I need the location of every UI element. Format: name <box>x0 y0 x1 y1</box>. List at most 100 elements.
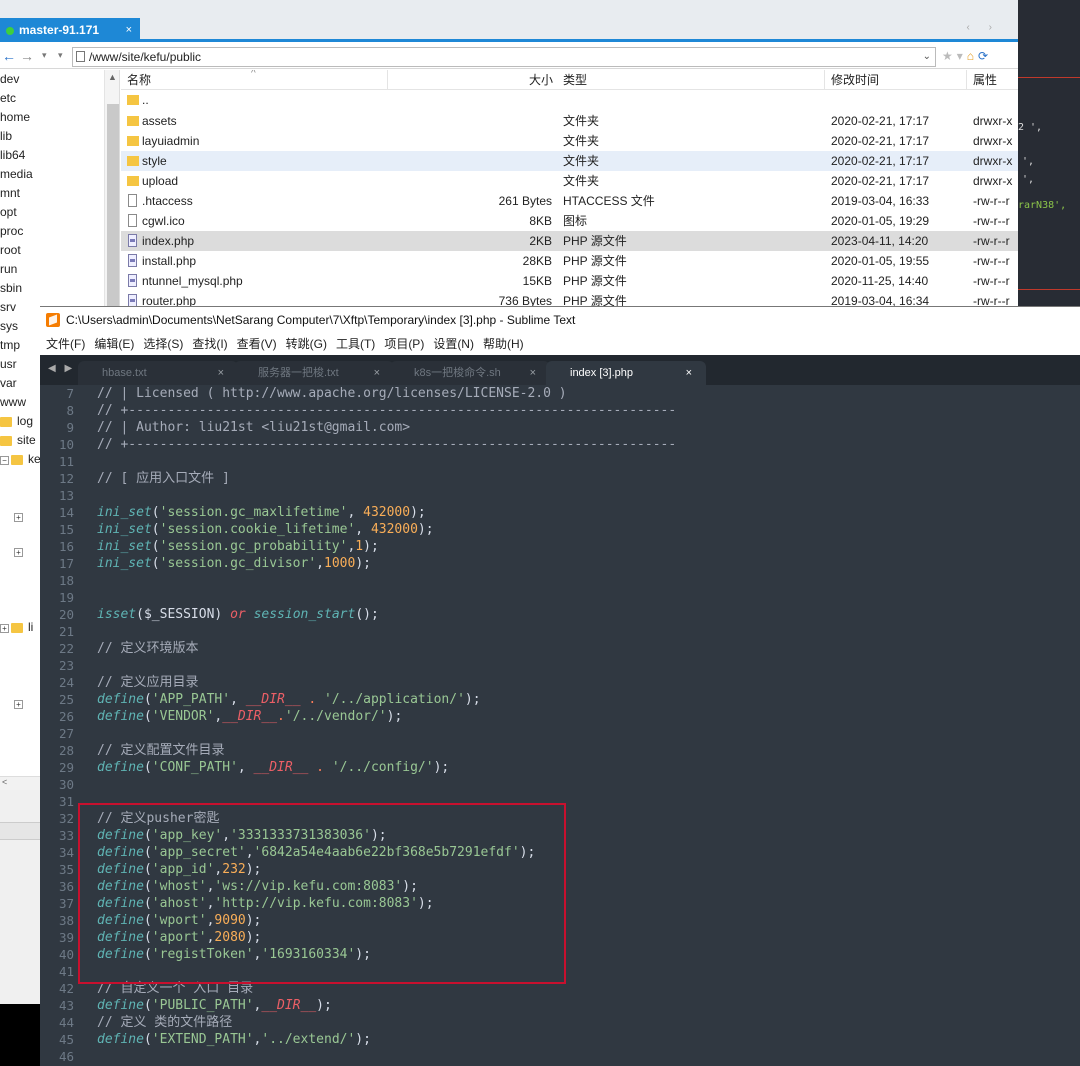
tree-item[interactable]: var <box>0 374 17 393</box>
line-number: 18 <box>58 573 74 588</box>
menu-edit[interactable]: 编辑(E) <box>94 337 134 351</box>
menu-goto[interactable]: 转跳(G) <box>286 337 327 351</box>
tree-item[interactable]: media <box>0 165 33 184</box>
scroll-up-icon[interactable]: ▲ <box>108 72 117 82</box>
session-tab[interactable]: master-91.171 × <box>0 18 140 42</box>
address-bar: ← ▾ → ▾ /www/site/kefu/public ⌄ ★▾⌂⟳ <box>0 45 1018 69</box>
tree-item[interactable]: www <box>0 393 26 412</box>
tab-k8s[interactable]: k8s一把梭命令.sh × <box>390 361 550 385</box>
chevron-down-icon[interactable]: ▾ <box>42 50 47 61</box>
close-icon[interactable]: × <box>218 361 224 385</box>
column-name[interactable]: 名称 <box>127 70 151 90</box>
collapse-icon[interactable]: − <box>0 456 9 465</box>
chevron-down-icon[interactable]: ▾ <box>58 50 63 61</box>
tab-label: 服务器一把梭.txt <box>258 367 339 379</box>
tree-item[interactable]: sys <box>0 317 18 336</box>
expand-icon[interactable]: + <box>0 624 9 633</box>
tree-item[interactable]: proc <box>0 222 23 241</box>
code-line: define('VENDOR',__DIR__.'/../vendor/'); <box>97 709 403 724</box>
tree-item[interactable]: dev <box>0 70 19 89</box>
file-row[interactable]: assets 文件夹 2020-02-21, 17:17 drwxr-x <box>121 111 1018 131</box>
tree-item[interactable]: lib <box>0 127 12 146</box>
forward-arrow-icon[interactable]: → <box>20 48 34 64</box>
file-row[interactable]: upload 文件夹 2020-02-21, 17:17 drwxr-x <box>121 171 1018 191</box>
path-input[interactable]: /www/site/kefu/public ⌄ <box>72 47 936 67</box>
back-arrow-icon[interactable]: ← <box>2 48 16 64</box>
folder-icon <box>0 435 12 446</box>
file-mtime: 2020-01-05, 19:55 <box>831 254 930 268</box>
tree-item[interactable]: home <box>0 108 30 127</box>
file-row[interactable]: .htaccess 261 Bytes HTACCESS 文件 2019-03-04,… <box>121 191 1018 211</box>
column-type[interactable]: 类型 <box>563 70 587 90</box>
line-number: 31 <box>58 794 74 809</box>
refresh-icon[interactable]: ⟳ <box>978 49 992 63</box>
tab-nav-arrows-icon[interactable]: ◀ ▶ <box>48 363 75 374</box>
file-row[interactable]: layuiadmin 文件夹 2020-02-21, 17:17 drwxr-x <box>121 131 1018 151</box>
tree-item-log[interactable]: log <box>0 412 33 431</box>
line-number: 38 <box>58 913 74 928</box>
menu-help[interactable]: 帮助(H) <box>483 337 524 351</box>
column-attr[interactable]: 属性 <box>973 70 997 90</box>
divider <box>1018 77 1080 78</box>
close-icon[interactable]: × <box>126 18 132 42</box>
close-icon[interactable]: × <box>530 361 536 385</box>
line-number: 29 <box>58 760 74 775</box>
folder-icon <box>11 454 23 465</box>
tree-item[interactable]: usr <box>0 355 17 374</box>
column-size[interactable]: 大小 <box>529 70 553 90</box>
tree-item[interactable]: mnt <box>0 184 20 203</box>
horizontal-scrollbar[interactable]: < <box>0 776 40 790</box>
tree-item[interactable]: srv <box>0 298 16 317</box>
line-number: 32 <box>58 811 74 826</box>
file-row[interactable]: cgwl.ico 8KB 图标 2020-01-05, 19:29 -rw-r--r <box>121 211 1018 231</box>
file-size: 15KB <box>522 274 552 288</box>
close-icon[interactable]: × <box>374 361 380 385</box>
chevron-down-icon[interactable]: ▾ <box>957 49 967 63</box>
expand-icon[interactable]: + <box>14 700 23 709</box>
php-file-icon <box>128 254 137 267</box>
file-row[interactable]: install.php 28KB PHP 源文件 2020-01-05, 19:55 -… <box>121 251 1018 271</box>
tree-item[interactable]: run <box>0 260 17 279</box>
expand-icon[interactable]: + <box>14 548 23 557</box>
column-mtime[interactable]: 修改时间 <box>831 70 879 90</box>
tree-item-site[interactable]: site <box>0 431 36 450</box>
file-row[interactable]: .. <box>121 90 1018 110</box>
chevron-down-icon[interactable]: ⌄ <box>923 48 931 66</box>
file-row[interactable]: style 文件夹 2020-02-21, 17:17 drwxr-x <box>121 151 1018 171</box>
tree-item[interactable]: lib64 <box>0 146 25 165</box>
tree-item[interactable]: sbin <box>0 279 22 298</box>
tab-hbase[interactable]: hbase.txt × <box>78 361 238 385</box>
tree-item[interactable]: etc <box>0 89 16 108</box>
tree-item-li[interactable]: + li <box>0 618 33 637</box>
star-icon[interactable]: ★ <box>942 49 957 63</box>
tree-item[interactable]: tmp <box>0 336 20 355</box>
file-row[interactable]: ntunnel_mysql.php 15KB PHP 源文件 2020-11-25, … <box>121 271 1018 291</box>
code-editor[interactable]: 7 8 9 10 11 12 13 14 15 16 17 18 19 20 2… <box>40 385 1080 1066</box>
menu-preferences[interactable]: 设置(N) <box>433 337 474 351</box>
code-line: ini_set('session.cookie_lifetime', 43200… <box>97 522 434 537</box>
scroll-thumb[interactable] <box>107 104 119 324</box>
tree-item-kefu[interactable]: − ke <box>0 450 41 469</box>
tab-label: index [3].php <box>570 367 633 379</box>
menu-tools[interactable]: 工具(T) <box>336 337 375 351</box>
file-mtime: 2020-01-05, 19:29 <box>831 214 930 228</box>
menu-selection[interactable]: 选择(S) <box>143 337 183 351</box>
menu-find[interactable]: 查找(I) <box>192 337 227 351</box>
tab-scroll-arrows[interactable]: ‹ › <box>967 22 1000 33</box>
home-icon[interactable]: ⌂ <box>967 49 978 63</box>
file-row[interactable]: router.php 736 Bytes PHP 源文件 2019-03-04, 16… <box>121 291 1018 306</box>
menu-project[interactable]: 项目(P) <box>384 337 424 351</box>
sublime-logo-icon <box>46 313 60 327</box>
line-number: 33 <box>58 828 74 843</box>
tree-item[interactable]: opt <box>0 203 17 222</box>
menu-view[interactable]: 查看(V) <box>237 337 277 351</box>
tab-server[interactable]: 服务器一把梭.txt × <box>234 361 394 385</box>
tab-index-php[interactable]: index [3].php × <box>546 361 706 385</box>
file-row-selected[interactable]: index.php 2KB PHP 源文件 2023-04-11, 14:20 -rw-… <box>121 231 1018 251</box>
menu-file[interactable]: 文件(F) <box>46 337 85 351</box>
tree-item-label: ke <box>28 452 41 466</box>
close-icon[interactable]: × <box>686 361 692 385</box>
file-name: install.php <box>142 254 197 268</box>
expand-icon[interactable]: + <box>14 513 23 522</box>
tree-item[interactable]: root <box>0 241 21 260</box>
